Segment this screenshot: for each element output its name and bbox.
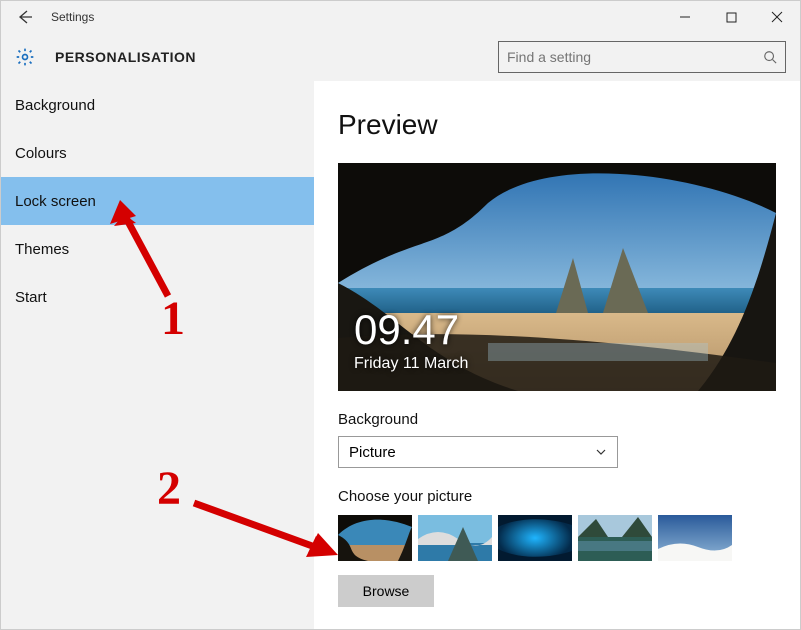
back-button[interactable] <box>1 1 49 33</box>
chevron-down-icon <box>595 446 607 458</box>
search-field[interactable] <box>507 49 763 65</box>
gear-icon <box>15 47 35 67</box>
dropdown-value: Picture <box>349 444 595 461</box>
sidebar-item-colours[interactable]: Colours <box>1 129 314 177</box>
maximize-icon <box>726 12 737 23</box>
titlebar: Settings <box>1 1 800 33</box>
minimize-button[interactable] <box>662 1 708 33</box>
browse-button[interactable]: Browse <box>338 575 434 607</box>
window-title: Settings <box>49 10 94 24</box>
sidebar-item-start[interactable]: Start <box>1 273 314 321</box>
annotation-1: 1 <box>161 291 185 346</box>
sidebar-item-label: Background <box>15 97 95 114</box>
sidebar-item-themes[interactable]: Themes <box>1 225 314 273</box>
choose-picture-label: Choose your picture <box>338 488 776 505</box>
thumb-clouds[interactable] <box>658 515 732 561</box>
minimize-icon <box>679 11 691 23</box>
sidebar-item-label: Themes <box>15 241 69 258</box>
thumb-cave-beach[interactable] <box>338 515 412 561</box>
sidebar-item-background[interactable]: Background <box>1 81 314 129</box>
background-dropdown[interactable]: Picture <box>338 436 618 468</box>
close-button[interactable] <box>754 1 800 33</box>
header-row: PERSONALISATION <box>1 33 800 81</box>
page-title: PERSONALISATION <box>55 49 196 65</box>
content-area: Preview <box>314 81 800 629</box>
search-input[interactable] <box>498 41 786 73</box>
lockscreen-preview: 09.47 Friday 11 March <box>338 163 776 391</box>
thumb-fjord[interactable] <box>578 515 652 561</box>
lockscreen-overlay: 09.47 Friday 11 March <box>354 309 468 373</box>
background-label: Background <box>338 411 776 428</box>
sidebar-item-label: Start <box>15 289 47 306</box>
thumb-ice-cave[interactable] <box>498 515 572 561</box>
arrow-left-icon <box>17 9 33 25</box>
sidebar-item-lock-screen[interactable]: Lock screen <box>1 177 314 225</box>
sidebar-item-label: Lock screen <box>15 193 96 210</box>
thumb-shore[interactable] <box>418 515 492 561</box>
sidebar: Background Colours Lock screen Themes St… <box>1 81 314 629</box>
lock-time: 09.47 <box>354 309 468 351</box>
maximize-button[interactable] <box>708 1 754 33</box>
search-icon <box>763 50 777 64</box>
picture-thumbnails <box>338 515 776 561</box>
preview-heading: Preview <box>338 109 776 141</box>
close-icon <box>771 11 783 23</box>
sidebar-item-label: Colours <box>15 145 67 162</box>
annotation-2: 2 <box>157 461 181 516</box>
lock-date: Friday 11 March <box>354 355 468 373</box>
